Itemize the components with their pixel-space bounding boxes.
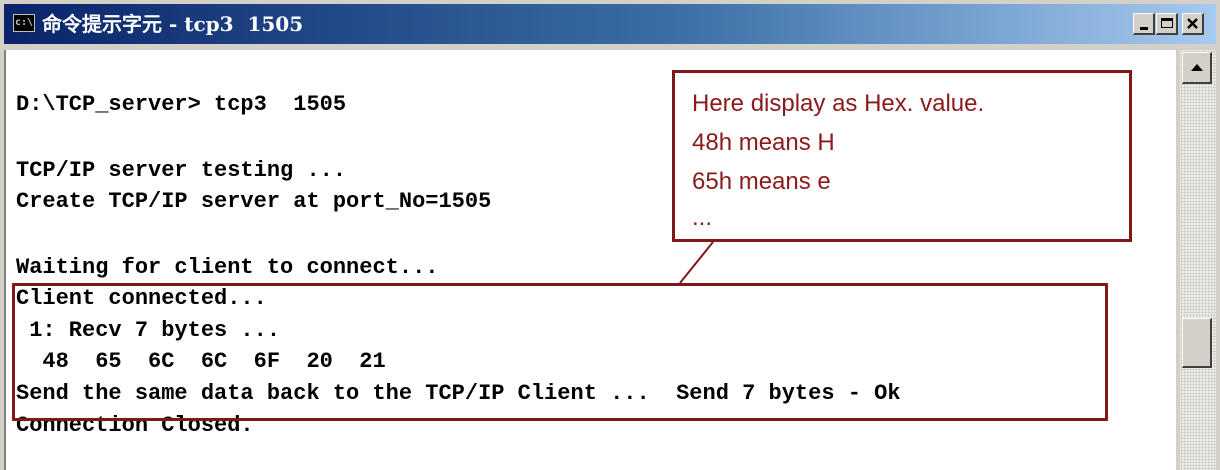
console-line-create-server: Create TCP/IP server at port_No=1505: [16, 189, 492, 214]
scroll-thumb[interactable]: [1182, 318, 1212, 368]
close-button[interactable]: [1182, 13, 1204, 35]
annotation-line-65h: 65h means e: [692, 168, 831, 195]
vertical-scrollbar[interactable]: [1180, 50, 1216, 470]
minimize-icon: [1140, 27, 1148, 30]
maximize-icon: [1161, 18, 1173, 28]
console-line-command: D:\TCP_server> tcp3 1505: [16, 92, 347, 117]
console-app-icon-label: c:\: [14, 17, 34, 28]
highlight-box: [12, 283, 1108, 421]
maximize-button[interactable]: [1156, 13, 1178, 35]
console-line-server-testing: TCP/IP server testing ...: [16, 158, 347, 183]
annotation-line-hex: Here display as Hex. value.: [692, 90, 985, 117]
scroll-up-button[interactable]: [1182, 52, 1212, 84]
close-icon: [1187, 18, 1198, 29]
annotation-line-48h: 48h means H: [692, 129, 835, 156]
scroll-up-arrow-icon: [1191, 64, 1203, 71]
annotation-line-ellipsis: ...: [692, 204, 713, 231]
console-app-icon[interactable]: c:\: [13, 14, 35, 32]
title-bar[interactable]: c:\ 命令提示字元 - tcp3 1505: [4, 4, 1216, 44]
minimize-button[interactable]: [1133, 13, 1155, 35]
console-line-waiting: Waiting for client to connect...: [16, 255, 439, 280]
window-title: 命令提示字元 - tcp3 1505: [42, 12, 304, 36]
